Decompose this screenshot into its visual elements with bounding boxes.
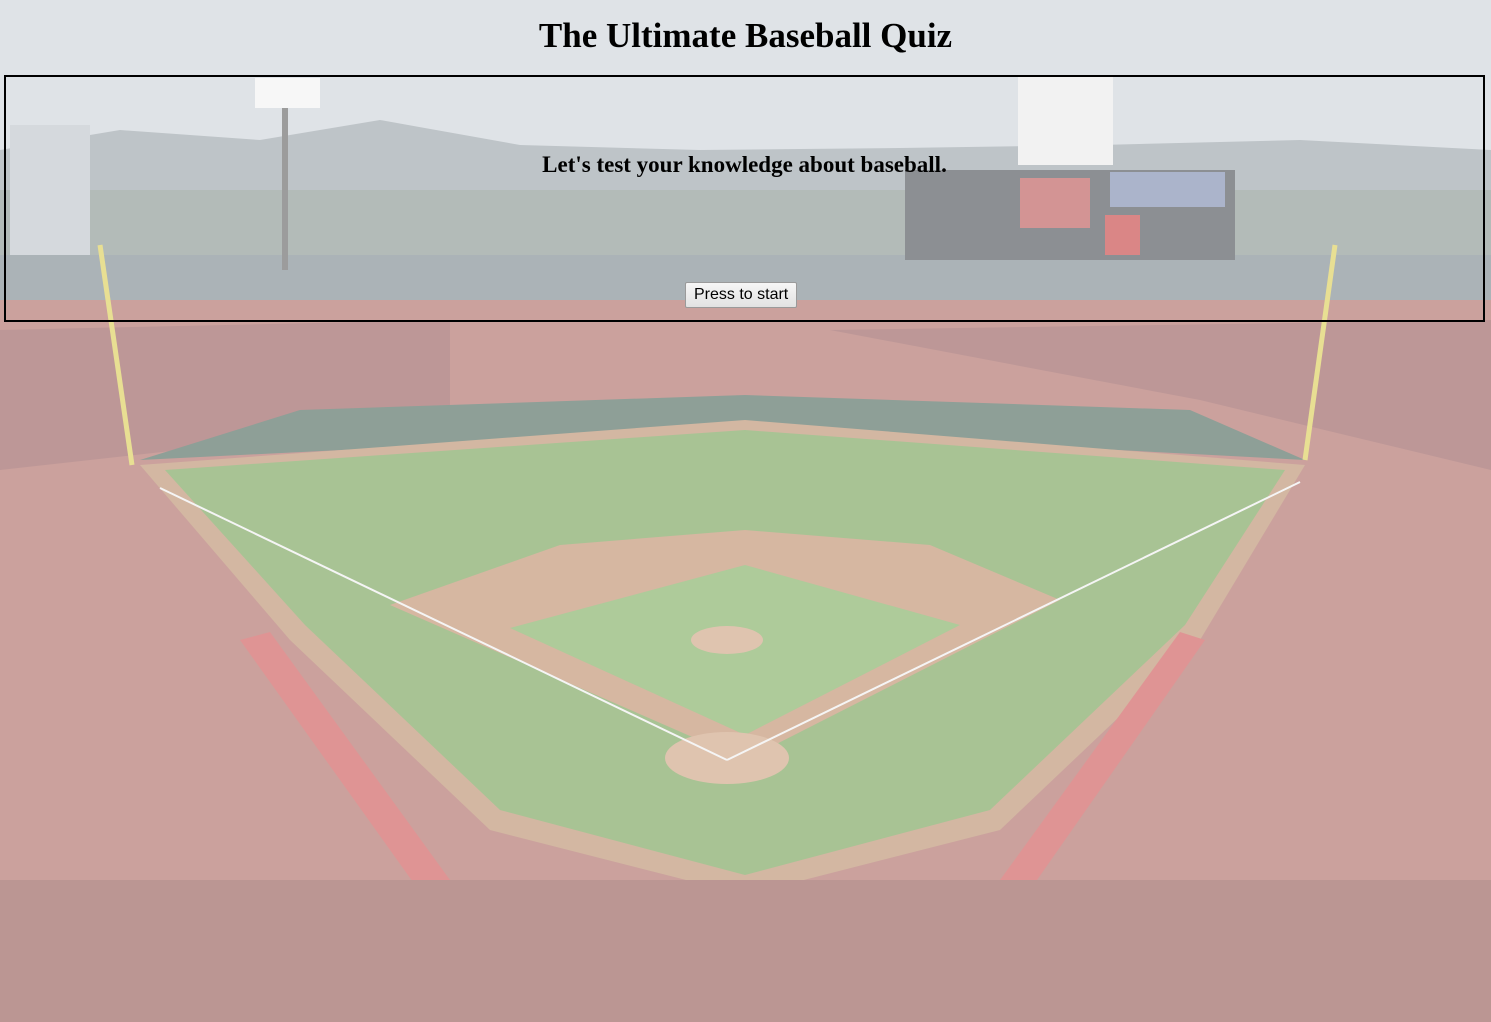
page-title: The Ultimate Baseball Quiz: [538, 16, 953, 55]
intro-panel: Let's test your knowledge about baseball…: [4, 75, 1485, 322]
intro-text: Let's test your knowledge about baseball…: [542, 152, 947, 177]
start-button[interactable]: Press to start: [685, 282, 798, 308]
